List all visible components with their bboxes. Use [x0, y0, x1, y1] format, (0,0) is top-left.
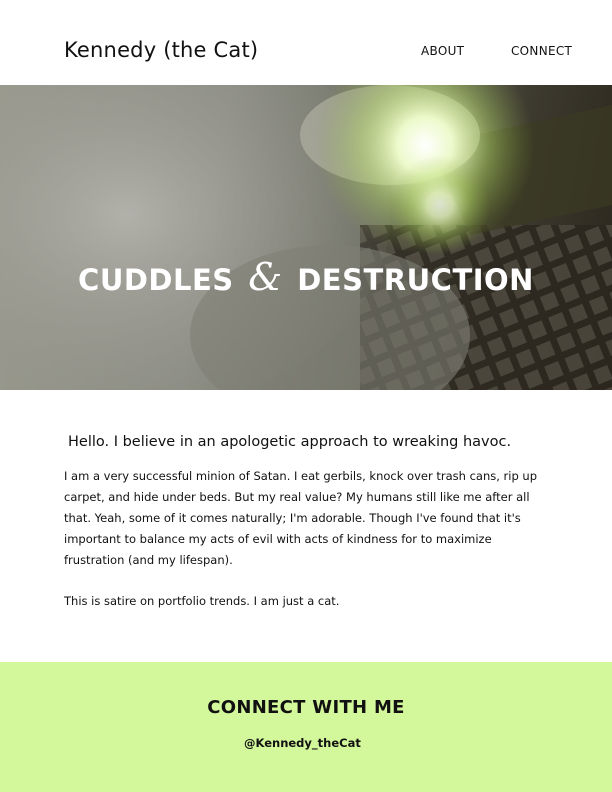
hero-title: CUDDLES & DESTRUCTION: [0, 255, 612, 299]
social-handle-link[interactable]: @Kennedy_theCat: [244, 736, 361, 750]
site-title[interactable]: Kennedy (the Cat): [64, 38, 258, 62]
intro-heading: Hello. I believe in an apologetic approa…: [68, 434, 512, 450]
bio-paragraph: I am a very successful minion of Satan. …: [64, 469, 537, 567]
connect-footer: CONNECT WITH ME @Kennedy_theCat: [0, 662, 612, 792]
site-header: Kennedy (the Cat) ABOUT CONNECT: [0, 0, 612, 85]
cat-photo: [0, 85, 612, 390]
footer-title: CONNECT WITH ME: [207, 697, 405, 718]
nav-connect-link[interactable]: CONNECT: [511, 44, 572, 58]
nav-about-link[interactable]: ABOUT: [421, 44, 464, 58]
hero-banner: CUDDLES & DESTRUCTION: [0, 85, 612, 390]
hero-ampersand: &: [248, 255, 283, 299]
hero-title-left: CUDDLES: [78, 263, 234, 297]
satire-note: This is satire on portfolio trends. I am…: [64, 594, 340, 608]
hero-title-right: DESTRUCTION: [297, 263, 534, 297]
